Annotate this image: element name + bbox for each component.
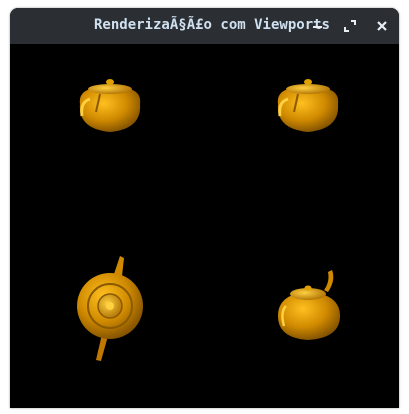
close-button[interactable] (370, 14, 394, 38)
close-icon (377, 21, 387, 31)
title-bar[interactable]: RenderizaÃ§Ã£o com Viewports (10, 8, 399, 44)
app-window: RenderizaÃ§Ã£o com Viewports (10, 8, 399, 408)
maximize-button[interactable] (338, 14, 362, 38)
render-canvas[interactable] (10, 44, 399, 408)
teapot-viewport-bottom-left (77, 256, 143, 361)
viewports-canvas (77, 79, 340, 361)
teapot-viewport-top-right (277, 79, 339, 132)
teapot-viewport-bottom-right (278, 270, 340, 340)
window-title: RenderizaÃ§Ã£o com Viewports (93, 17, 330, 33)
teapot-viewport-top-left (79, 79, 141, 132)
minimize-icon (313, 26, 322, 28)
minimize-button[interactable] (306, 14, 330, 38)
maximize-icon (344, 20, 356, 32)
